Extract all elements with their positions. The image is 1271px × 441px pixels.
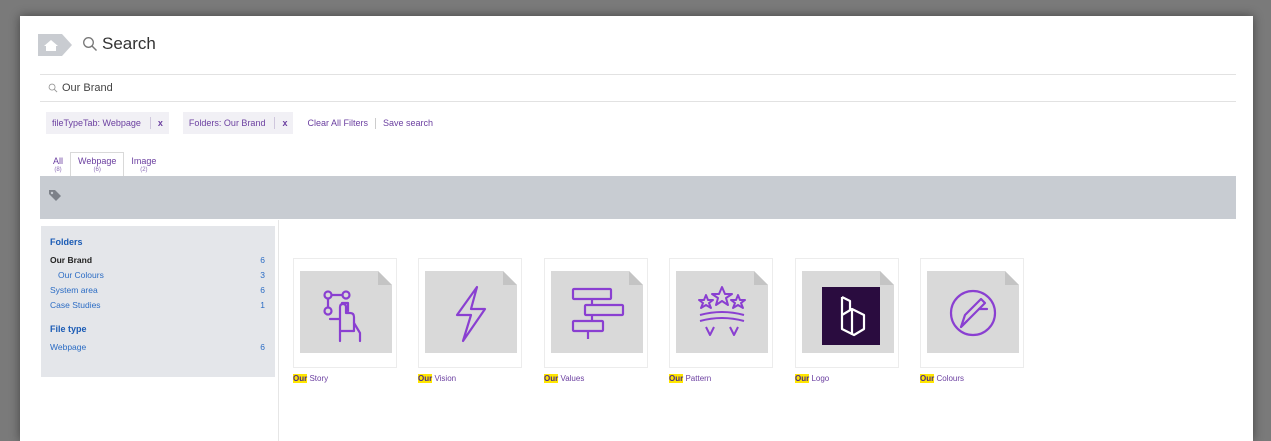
result-title-rest: Colours bbox=[934, 374, 965, 383]
remove-filter-button[interactable]: x bbox=[158, 118, 163, 128]
filetype-label: Webpage bbox=[50, 342, 87, 352]
filter-chip-folders: Folders: Our Brand x bbox=[182, 112, 294, 134]
filetype-count: 6 bbox=[260, 342, 265, 352]
folder-label: Our Colours bbox=[58, 270, 104, 280]
result-title-rest: Vision bbox=[432, 374, 457, 383]
result-card[interactable]: Our Story bbox=[293, 258, 397, 383]
filter-chip-label: fileTypeTab: Webpage bbox=[52, 118, 141, 128]
highlight-term: Our bbox=[544, 374, 559, 383]
result-thumbnail[interactable] bbox=[920, 258, 1024, 368]
folder-count: 6 bbox=[260, 255, 265, 265]
highlight-term: Our bbox=[920, 374, 935, 383]
search-input[interactable] bbox=[62, 82, 662, 94]
filter-chip-filetype: fileTypeTab: Webpage x bbox=[46, 112, 169, 134]
save-search-link[interactable]: Save search bbox=[383, 118, 433, 128]
result-card[interactable]: Our Pattern bbox=[669, 258, 773, 383]
folder-item-our-brand[interactable]: Our Brand 6 bbox=[50, 255, 265, 265]
magnifier-icon bbox=[83, 37, 97, 51]
highlight-term: Our bbox=[293, 374, 308, 383]
result-card[interactable]: Our Colours bbox=[920, 258, 1024, 383]
tab-label: Image bbox=[131, 156, 157, 166]
search-bar bbox=[40, 74, 1236, 102]
result-thumbnail[interactable] bbox=[795, 258, 899, 368]
highlight-term: Our bbox=[669, 374, 684, 383]
page-header: Search bbox=[82, 34, 156, 54]
result-title[interactable]: Our Logo bbox=[795, 374, 899, 383]
page-title: Search bbox=[102, 34, 156, 53]
tab-count: (6) bbox=[93, 167, 101, 173]
story-icon bbox=[323, 271, 392, 343]
filetype-item-webpage[interactable]: Webpage 6 bbox=[50, 342, 265, 352]
result-type-tabs: All (8) Webpage (6) Image (2) bbox=[46, 144, 186, 177]
folder-label: System area bbox=[50, 285, 98, 295]
result-title[interactable]: Our Vision bbox=[418, 374, 522, 383]
search-page: Search fileTypeTab: Webpage x Folders: O… bbox=[20, 16, 1253, 441]
tab-webpage[interactable]: Webpage (6) bbox=[70, 152, 125, 177]
column-divider bbox=[278, 220, 279, 441]
lightning-icon bbox=[455, 271, 517, 343]
folder-count: 1 bbox=[260, 300, 265, 310]
link-divider bbox=[374, 117, 376, 129]
result-title[interactable]: Our Values bbox=[544, 374, 648, 383]
result-title-rest: Logo bbox=[809, 374, 830, 383]
filetype-heading: File type bbox=[50, 324, 87, 334]
home-icon bbox=[38, 34, 72, 56]
folder-count: 6 bbox=[260, 285, 265, 295]
folder-label: Case Studies bbox=[50, 300, 101, 310]
remove-filter-button[interactable]: x bbox=[282, 118, 287, 128]
filter-chip-label: Folders: Our Brand bbox=[188, 118, 266, 128]
tab-count: (2) bbox=[140, 167, 148, 173]
tab-count: (8) bbox=[54, 167, 62, 173]
tag-icon[interactable] bbox=[48, 189, 62, 201]
result-card[interactable]: Our Logo bbox=[795, 258, 899, 383]
facet-sidebar: Folders Our Brand 6 Our Colours 3 System… bbox=[41, 226, 275, 377]
result-thumbnail[interactable] bbox=[418, 258, 522, 368]
result-thumbnail[interactable] bbox=[293, 258, 397, 368]
highlight-term: Our bbox=[795, 374, 810, 383]
folder-count: 3 bbox=[260, 270, 265, 280]
search-icon bbox=[48, 83, 58, 93]
tab-image[interactable]: Image (2) bbox=[124, 153, 163, 176]
result-card[interactable]: Our Values bbox=[544, 258, 648, 383]
clear-all-filters-link[interactable]: Clear All Filters bbox=[307, 118, 368, 128]
tab-label: Webpage bbox=[78, 156, 117, 166]
highlight-term: Our bbox=[418, 374, 433, 383]
chip-divider bbox=[149, 117, 151, 129]
tab-label: All bbox=[53, 156, 64, 166]
result-title-rest: Values bbox=[558, 374, 585, 383]
folder-item-system-area[interactable]: System area 6 bbox=[50, 285, 265, 295]
logo-icon bbox=[822, 271, 894, 345]
result-card[interactable]: Our Vision bbox=[418, 258, 522, 383]
result-title[interactable]: Our Story bbox=[293, 374, 397, 383]
result-title-rest: Pattern bbox=[683, 374, 712, 383]
home-button[interactable] bbox=[38, 34, 72, 56]
result-title-rest: Story bbox=[307, 374, 329, 383]
folder-item-case-studies[interactable]: Case Studies 1 bbox=[50, 300, 265, 310]
folder-item-our-colours[interactable]: Our Colours 3 bbox=[58, 270, 265, 280]
folder-label: Our Brand bbox=[50, 255, 93, 265]
tab-all[interactable]: All (8) bbox=[46, 153, 70, 176]
result-title[interactable]: Our Colours bbox=[920, 374, 1024, 383]
brush-icon bbox=[949, 271, 1019, 337]
hierarchy-icon bbox=[571, 271, 643, 339]
active-filters: fileTypeTab: Webpage x Folders: Our Bran… bbox=[46, 112, 433, 134]
folders-heading: Folders bbox=[50, 237, 83, 247]
stars-icon bbox=[698, 271, 768, 336]
result-thumbnail[interactable] bbox=[669, 258, 773, 368]
chip-divider bbox=[274, 117, 276, 129]
tag-bar bbox=[40, 176, 1236, 219]
result-title[interactable]: Our Pattern bbox=[669, 374, 773, 383]
result-thumbnail[interactable] bbox=[544, 258, 648, 368]
